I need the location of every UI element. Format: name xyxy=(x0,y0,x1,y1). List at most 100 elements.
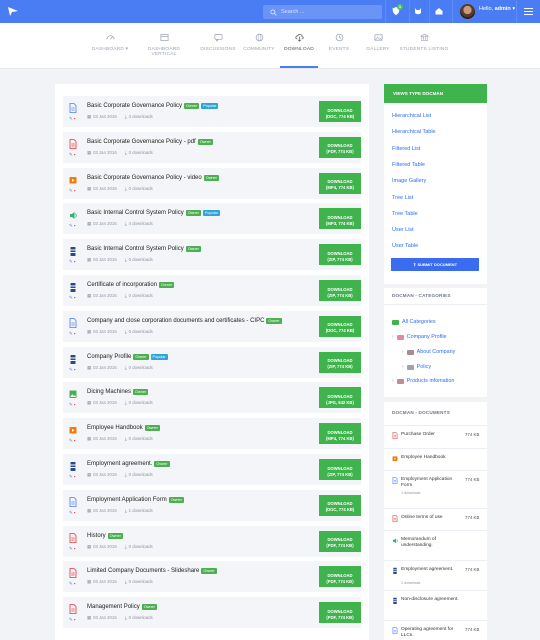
document-row[interactable]: ✎▪ Company Profile Owner Popular ▦ 03 Jan 2… xyxy=(63,346,361,378)
download-button[interactable]: DOWNLOAD (JPG, 542 KB) xyxy=(319,387,361,409)
delete-icon[interactable]: ▪ xyxy=(74,546,76,551)
view-type-link[interactable]: User Table xyxy=(392,243,418,249)
download-button[interactable]: DOWNLOAD (PDF, 774 KB) xyxy=(319,602,361,624)
view-type-link[interactable]: Hierarchical List xyxy=(392,113,431,119)
nav-item-community[interactable]: COMMUNITY xyxy=(242,33,276,52)
edit-icon[interactable]: ✎ xyxy=(69,259,73,264)
edit-icon[interactable]: ✎ xyxy=(69,331,73,336)
delete-icon[interactable]: ▪ xyxy=(74,474,76,479)
document-title[interactable]: Employment agreement. Owner xyxy=(87,461,170,467)
download-button[interactable]: DOWNLOAD (PDF, 774 KB) xyxy=(319,136,361,158)
docman-document-item[interactable]: Employee Handbook xyxy=(384,448,487,469)
document-title[interactable]: Dicing Machines Owner xyxy=(87,389,149,396)
edit-icon[interactable]: ✎ xyxy=(69,438,73,443)
delete-icon[interactable]: ▪ xyxy=(74,188,76,193)
view-type-link[interactable]: Hierarchical Table xyxy=(392,129,436,135)
delete-icon[interactable]: ▪ xyxy=(74,152,76,157)
nav-item-gallery[interactable]: GALLERY xyxy=(364,33,392,52)
download-button[interactable]: DOWNLOAD (DOC, 774 KB) xyxy=(319,494,361,516)
home-icon[interactable] xyxy=(434,6,444,16)
docman-document-item[interactable]: Employment agreement. 774 KB 1 download xyxy=(384,560,487,585)
nav-item-students-listing[interactable]: STUDENTS LISTING xyxy=(399,33,449,52)
docman-document-item[interactable]: Purchase Order 774 KB xyxy=(384,425,487,446)
nav-item-events[interactable]: EVENTS xyxy=(326,33,352,52)
document-row[interactable]: ✎▪ Management Policy Owner ▦ 03 Jan 2016 ⤓ 0… xyxy=(63,597,361,629)
document-row[interactable]: ✎▪ History Owner ▦ 03 Jan 2016 ⤓ 0 downloads… xyxy=(63,525,361,557)
menu-icon[interactable] xyxy=(524,8,533,17)
download-button[interactable]: DOWNLOAD (MP4, 774 KB) xyxy=(319,423,361,445)
edit-icon[interactable]: ✎ xyxy=(69,510,73,515)
document-row[interactable]: ✎▪ Employment agreement. Owner ▦ 03 Jan 20… xyxy=(63,454,361,485)
nav-item-dashboard-vertical[interactable]: DASHBOARD VERTICAL xyxy=(136,33,192,57)
edit-icon[interactable]: ✎ xyxy=(69,367,73,372)
document-row[interactable]: ✎▪ Basic Internal Control System Policy O… xyxy=(63,203,361,235)
category-company-profile[interactable]: › Company Profile xyxy=(392,334,447,340)
download-button[interactable]: DOWNLOAD (MP3, 774 KB) xyxy=(319,208,361,230)
edit-icon[interactable]: ✎ xyxy=(69,152,73,157)
delete-icon[interactable]: ▪ xyxy=(74,223,76,228)
delete-icon[interactable]: ▪ xyxy=(74,116,76,121)
view-type-link[interactable]: User List xyxy=(392,227,414,233)
category-about-company[interactable]: › About Company xyxy=(402,349,455,355)
docman-document-item[interactable]: Employment Application Form 774 KB 1 dow… xyxy=(384,470,487,495)
delete-icon[interactable]: ▪ xyxy=(74,331,76,336)
search-input[interactable]: Search ... xyxy=(263,5,382,19)
document-title[interactable]: Employment Application Form Owner xyxy=(87,496,184,503)
download-button[interactable]: DOWNLOAD (ZIP, 774 KB) xyxy=(319,351,361,373)
document-title[interactable]: Employee Handbook Owner xyxy=(87,425,160,432)
nav-item-discussions[interactable]: DISCUSSIONS xyxy=(200,33,236,52)
document-row[interactable]: ✎▪ Basic Internal Control System Policy O… xyxy=(63,239,361,271)
download-button[interactable]: DOWNLOAD (PDF, 774 KB) xyxy=(319,530,361,552)
download-button[interactable]: DOWNLOAD (PDF, 774 KB) xyxy=(319,566,361,588)
submit-document-button[interactable]: ⇪ SUBMIT DOCUMENT xyxy=(391,258,479,271)
edit-icon[interactable]: ✎ xyxy=(69,188,73,193)
nav-item-download[interactable]: DOWNLOAD xyxy=(281,33,317,52)
edit-icon[interactable]: ✎ xyxy=(69,617,73,622)
delete-icon[interactable]: ▪ xyxy=(74,295,76,300)
delete-icon[interactable]: ▪ xyxy=(74,259,76,264)
edit-icon[interactable]: ✎ xyxy=(69,116,73,121)
edit-icon[interactable]: ✎ xyxy=(69,546,73,551)
user-menu[interactable]: Hello, admin ▾ xyxy=(479,6,515,12)
download-button[interactable]: DOWNLOAD (ZIP, 774 KB) xyxy=(319,280,361,301)
document-row[interactable]: ✎▪ Certificate of incorporation Owner ▦ 03… xyxy=(63,275,361,306)
edit-icon[interactable]: ✎ xyxy=(69,223,73,228)
view-type-link[interactable]: Image Gallery xyxy=(392,178,426,184)
delete-icon[interactable]: ▪ xyxy=(74,438,76,443)
document-row[interactable]: ✎▪ Basic Corporate Governance Policy - p… xyxy=(63,131,361,163)
document-title[interactable]: Basic Corporate Governance Policy - pdf O… xyxy=(87,138,213,145)
document-row[interactable]: ✎▪ Employee Handbook Owner ▦ 03 Jan 2016 ⤓ 0… xyxy=(63,418,361,450)
edit-icon[interactable]: ✎ xyxy=(69,402,73,407)
document-title[interactable]: Basic Corporate Governance Policy Owner Po… xyxy=(87,103,219,109)
docman-document-item[interactable]: Operating agreement for LLCs. 774 KB xyxy=(384,620,487,640)
view-type-link[interactable]: Filtered List xyxy=(392,146,420,152)
document-row[interactable]: ✎▪ Company and close corporation documen… xyxy=(63,310,361,342)
document-title[interactable]: Certificate of incorporation Owner xyxy=(87,282,175,288)
docman-document-item[interactable]: Non-disclosure agreement. xyxy=(384,590,487,611)
document-title[interactable]: Basic Corporate Governance Policy - vide… xyxy=(87,174,219,181)
document-title[interactable]: Company Profile Owner Popular xyxy=(87,353,168,360)
view-type-link[interactable]: Tree Table xyxy=(392,211,418,217)
delete-icon[interactable]: ▪ xyxy=(74,367,76,372)
edit-icon[interactable]: ✎ xyxy=(69,581,73,586)
document-title[interactable]: Management Policy Owner xyxy=(87,604,157,611)
docman-document-item[interactable]: Memorandum of understanding. xyxy=(384,530,487,551)
avatar[interactable] xyxy=(460,4,475,19)
document-title[interactable]: Limited Company Documents - Slideshare Ow… xyxy=(87,568,217,575)
logo-icon[interactable] xyxy=(7,6,19,17)
document-row[interactable]: ✎▪ Limited Company Documents - Slideshar… xyxy=(63,561,361,593)
view-type-link[interactable]: Filtered Table xyxy=(392,162,425,168)
document-row[interactable]: ✎▪ Employment Application Form Owner ▦ 03 … xyxy=(63,489,361,521)
document-row[interactable]: ✎▪ Basic Corporate Governance Policy - v… xyxy=(63,167,361,199)
document-title[interactable]: History Owner xyxy=(87,532,123,539)
document-row[interactable]: ✎▪ Basic Corporate Governance Policy Owne… xyxy=(63,96,361,127)
delete-icon[interactable]: ▪ xyxy=(74,617,76,622)
category-all[interactable]: All Categories xyxy=(392,319,436,325)
document-title[interactable]: Basic Internal Control System Policy Owne… xyxy=(87,246,201,253)
document-row[interactable]: ✎▪ Dicing Machines Owner ▦ 03 Jan 2016 ⤓ 0 d… xyxy=(63,382,361,414)
download-button[interactable]: DOWNLOAD (DOC, 774 KB) xyxy=(319,101,361,122)
edit-icon[interactable]: ✎ xyxy=(69,295,73,300)
download-button[interactable]: DOWNLOAD (DOC, 774 KB) xyxy=(319,315,361,337)
download-button[interactable]: DOWNLOAD (MP4, 774 KB) xyxy=(319,172,361,194)
docman-document-item[interactable]: Online terms of use 774 KB xyxy=(384,508,487,529)
